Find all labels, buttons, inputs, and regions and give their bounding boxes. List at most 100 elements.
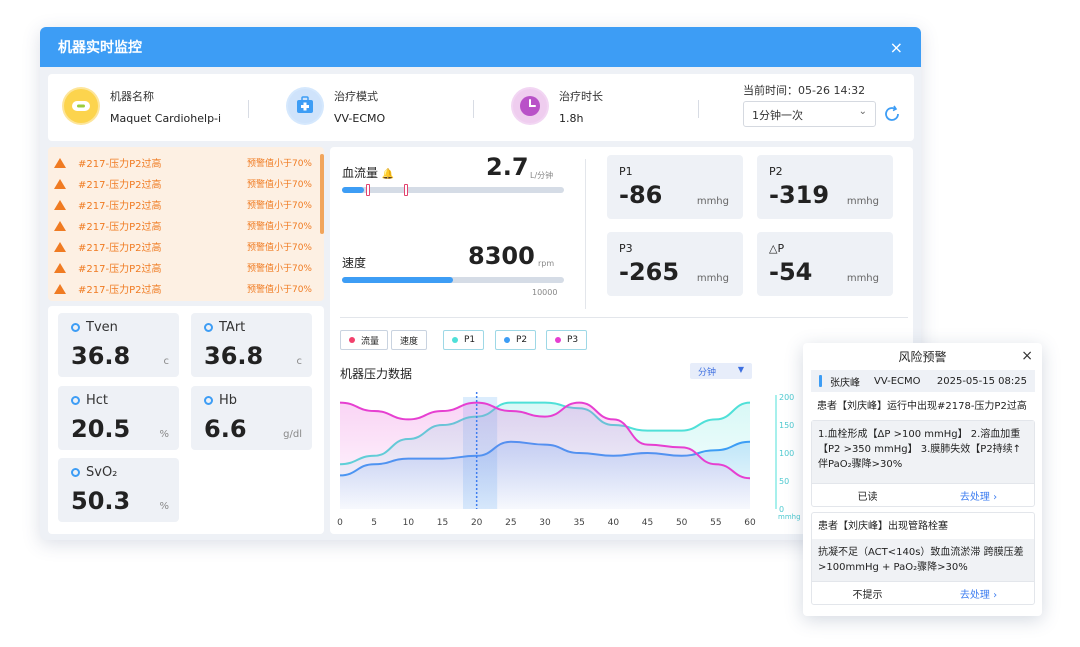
machine-value: Maquet Cardiohelp-i: [110, 111, 222, 125]
y-tick-label: 50: [779, 477, 789, 486]
speed-bar: [342, 277, 564, 283]
chart-unit-select[interactable]: 分钟 ▼: [690, 363, 752, 379]
y-unit-label: mmhg: [778, 513, 801, 521]
bell-icon: 🔔: [381, 169, 395, 180]
vital-value: 36.8: [71, 342, 131, 370]
y-tick-label: 100: [779, 449, 794, 458]
divider: [248, 100, 249, 118]
alert-row[interactable]: #217-压力P2过高 预警值小于70%: [48, 152, 324, 173]
warning-icon: [54, 157, 66, 168]
flow-min-handle[interactable]: [366, 184, 370, 196]
y-tick-label: 150: [779, 421, 794, 430]
flow-bar-fill: [342, 187, 365, 193]
pressure-dp: △P -54 mmhg: [757, 232, 893, 296]
legend-speed[interactable]: 速度: [391, 330, 428, 350]
vital-label: SvO₂: [86, 465, 118, 480]
close-icon[interactable]: ×: [890, 38, 903, 57]
vital-unit: c: [296, 356, 303, 367]
refresh-icon[interactable]: [882, 104, 902, 124]
handle-button[interactable]: 去处理 ›: [923, 582, 1034, 605]
pressure-p2: P2 -319 mmhg: [757, 155, 893, 219]
pressure-label: P1: [619, 165, 633, 178]
alert-row[interactable]: #217-压力P2过高 预警值小于70%: [48, 215, 324, 236]
pressure-unit: mmhg: [696, 196, 729, 207]
pressure-unit: mmhg: [846, 273, 879, 284]
dot-icon: [349, 337, 355, 343]
alert-row[interactable]: #217-压力P2过高 预警值小于70%: [48, 194, 324, 215]
pressure-value: -319: [769, 181, 830, 209]
interval-value: 1分钟一次: [752, 109, 803, 122]
pressure-label: △P: [769, 242, 785, 255]
machine-info: 机器名称 Maquet Cardiohelp-i: [62, 87, 221, 125]
speed-bar-fill: [342, 277, 453, 283]
pressure-value: -265: [619, 258, 680, 286]
medical-kit-icon: [286, 87, 324, 125]
legend-p1[interactable]: P1: [443, 330, 485, 350]
vital-hct: Hct 20.5 %: [58, 386, 179, 450]
ring-icon: [71, 468, 80, 477]
speed-unit: rpm: [538, 259, 555, 268]
vital-label: Hb: [219, 393, 238, 408]
x-tick-label: 0: [337, 518, 343, 528]
vital-unit: c: [163, 356, 170, 367]
alert-actions-1: 已读 去处理 ›: [812, 483, 1034, 507]
alert-threshold: 预警值小于70%: [246, 201, 312, 211]
flow-max-handle[interactable]: [404, 184, 408, 196]
x-tick-label: 5: [371, 518, 377, 528]
pressure-label: P2: [769, 165, 783, 178]
window-title: 机器实时监控: [58, 40, 142, 56]
mode-info: 治疗模式 VV-ECMO: [286, 87, 385, 125]
x-tick-label: 35: [573, 518, 584, 528]
dot-icon: [504, 337, 510, 343]
legend-p3[interactable]: P3: [546, 330, 588, 350]
pressure-label: P3: [619, 242, 633, 255]
alert-row[interactable]: #217-压力P2过高 预警值小于70%: [48, 173, 324, 194]
clock-icon: [511, 87, 549, 125]
flow-bar: [342, 187, 564, 193]
divider: [698, 100, 699, 118]
vital-unit: %: [159, 501, 169, 512]
alert-row[interactable]: #217-压力P2过高 预警值小于70%: [48, 257, 324, 278]
vital-tven: Tven 36.8 c: [58, 313, 179, 377]
flow-label-text: 血流量: [342, 166, 379, 180]
x-tick-label: 25: [505, 518, 516, 528]
legend-p2[interactable]: P2: [495, 330, 537, 350]
mark-read-button[interactable]: 已读: [812, 484, 923, 507]
dont-remind-button[interactable]: 不提示: [812, 582, 923, 605]
pressure-p1: P1 -86 mmhg: [607, 155, 743, 219]
alert-threshold: 预警值小于70%: [246, 264, 312, 274]
alert-row[interactable]: #217-压力P2过高 预警值小于70%: [48, 236, 324, 257]
legend-label: 速度: [400, 336, 419, 347]
y-tick-label: 200: [779, 393, 794, 402]
mode-value: VV-ECMO: [334, 111, 386, 125]
legend-label: 流量: [361, 336, 380, 347]
alert-text: #217-压力P2过高: [78, 243, 162, 254]
legend-flow[interactable]: 流量: [340, 330, 389, 350]
speed-max: 10000: [532, 288, 558, 297]
pressure-unit: mmhg: [696, 273, 729, 284]
duration-value: 1.8h: [559, 111, 584, 125]
legend-label: P2: [516, 335, 528, 345]
vital-unit: g/dl: [283, 429, 302, 440]
alert-row[interactable]: #217-压力P2过高 预警值小于70%: [48, 278, 324, 299]
user-name: 张庆峰: [830, 377, 860, 389]
alert-message-2: 患者【刘庆峰】出现管路栓塞: [818, 521, 948, 532]
vital-value: 20.5: [71, 415, 131, 443]
vital-unit: %: [159, 429, 169, 440]
alert-detail-2: 抗凝不足（ACT<140s）致血流淤滞 跨膜压差>100mmHg + PaO₂骤…: [812, 539, 1034, 581]
scrollbar[interactable]: [320, 154, 324, 234]
interval-select[interactable]: 1分钟一次 ⌄: [743, 101, 876, 127]
popup-title: 风险预警: [898, 350, 947, 364]
alert-card-2: 患者【刘庆峰】出现管路栓塞 抗凝不足（ACT<140s）致血流淤滞 跨膜压差>1…: [811, 512, 1035, 605]
alert-text: #217-压力P2过高: [78, 180, 162, 191]
chart-unit-value: 分钟: [698, 368, 717, 378]
close-icon[interactable]: ×: [1021, 348, 1033, 364]
vital-hb: Hb 6.6 g/dl: [191, 386, 312, 450]
risk-alert-popup: 风险预警 × 张庆峰 VV-ECMO 2025-05-15 08:25 患者【刘…: [803, 343, 1042, 616]
warning-icon: [54, 220, 66, 231]
duration-label: 治疗时长: [559, 89, 603, 103]
vital-value: 50.3: [71, 487, 131, 515]
pressure-value: -54: [769, 258, 813, 286]
ring-icon: [71, 323, 80, 332]
handle-button[interactable]: 去处理 ›: [923, 484, 1034, 507]
